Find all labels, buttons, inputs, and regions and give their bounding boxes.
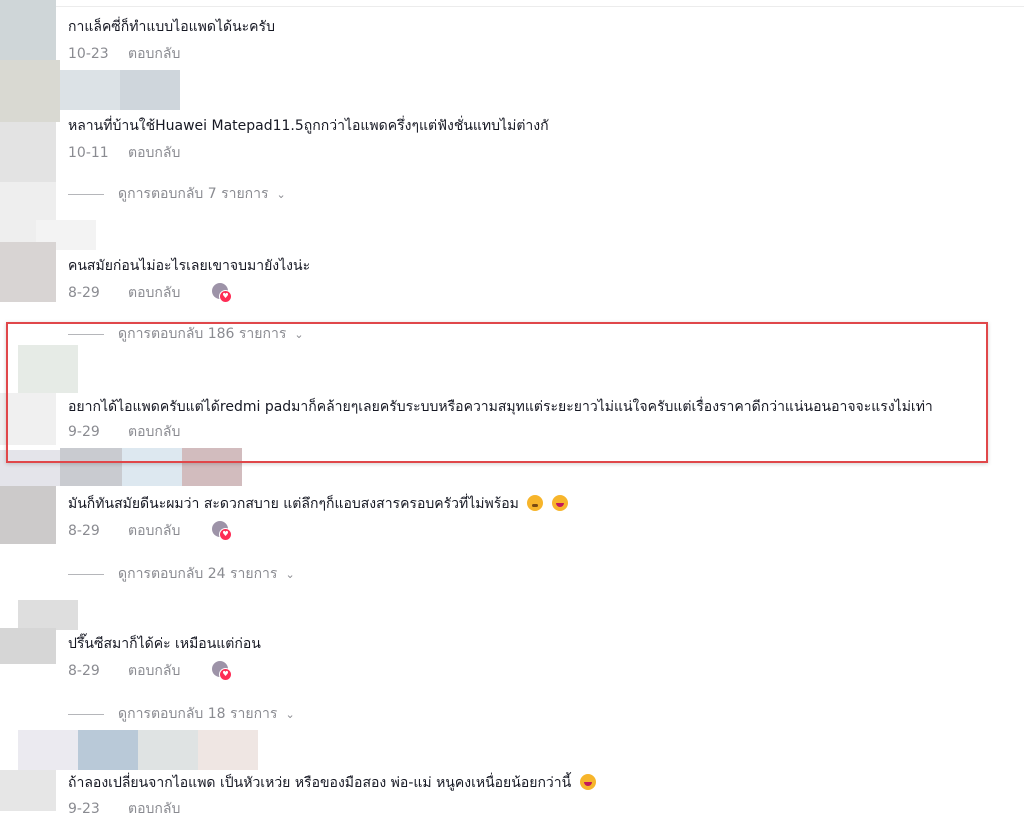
- comment-text: หลานที่บ้านใช้Huawei Matepad11.5ถูกกว่าไ…: [68, 118, 549, 134]
- heart-icon: ♥: [219, 668, 232, 681]
- blurred-avatar: [198, 730, 258, 770]
- comment-text-body: ถ้าลองเปลี่ยนจากไอแพด เป็นหัวเหว่ย หรือข…: [68, 775, 572, 791]
- divider-line: [68, 193, 104, 195]
- reply-button[interactable]: ตอบกลับ: [128, 798, 180, 820]
- blurred-avatar: [138, 730, 198, 770]
- comment-meta: 10-23 ตอบกลับ: [68, 43, 180, 65]
- blurred-avatar: [0, 770, 56, 811]
- blurred-avatar: [0, 60, 60, 122]
- blurred-avatar: [0, 486, 56, 544]
- blurred-avatar: [0, 628, 56, 664]
- view-replies-button[interactable]: ดูการตอบกลับ 7 รายการ ⌄: [68, 183, 286, 205]
- comment-text: ถ้าลองเปลี่ยนจากไอแพด เป็นหัวเหว่ย หรือข…: [68, 773, 596, 793]
- comment-date: 10-23: [68, 46, 109, 62]
- creator-liked-avatar: ♥: [212, 283, 232, 303]
- reply-button[interactable]: ตอบกลับ: [128, 282, 180, 304]
- comment-date: 8-29: [68, 523, 100, 539]
- worried-face-emoji: [527, 495, 544, 511]
- view-replies-label: ดูการตอบกลับ 7 รายการ: [118, 186, 269, 202]
- blurred-avatar: [0, 122, 56, 182]
- comment-text: กาแล็คซี่ก็ทำแบบไอแพดได้นะครับ: [68, 19, 275, 35]
- blurred-avatar: [78, 730, 138, 770]
- blurred-avatar: [0, 0, 56, 60]
- view-replies-button[interactable]: ดูการตอบกลับ 24 รายการ ⌄: [68, 563, 295, 585]
- comment-text: มันก็ทันสมัยดีนะผมว่า สะดวกสบาย แต่ลึกๆก…: [68, 494, 568, 514]
- chevron-down-icon: ⌄: [276, 187, 286, 201]
- grinning-sweat-emoji: [579, 774, 596, 790]
- view-replies-button[interactable]: ดูการตอบกลับ 18 รายการ ⌄: [68, 703, 295, 725]
- highlight-box: [6, 322, 988, 463]
- blurred-avatar: [18, 730, 78, 770]
- chevron-down-icon: ⌄: [285, 707, 295, 721]
- blurred-avatar: [18, 600, 78, 630]
- comment-meta: 9-23 ตอบกลับ: [68, 798, 180, 820]
- creator-liked-avatar: ♥: [212, 521, 232, 541]
- reply-button[interactable]: ตอบกลับ: [128, 520, 180, 542]
- comment-date: 8-29: [68, 285, 100, 301]
- top-divider: [0, 0, 1024, 7]
- view-replies-label: ดูการตอบกลับ 24 รายการ: [118, 566, 278, 582]
- comment-date: 8-29: [68, 663, 100, 679]
- comment-date: 9-23: [68, 801, 100, 817]
- blurred-avatar: [120, 70, 180, 110]
- comment-text: คนสมัยก่อนไม่อะไรเลยเขาจบมายังไงน่ะ: [68, 258, 311, 274]
- view-replies-label: ดูการตอบกลับ 18 รายการ: [118, 706, 278, 722]
- comment-text-body: มันก็ทันสมัยดีนะผมว่า สะดวกสบาย แต่ลึกๆก…: [68, 496, 519, 512]
- blurred-avatar: [0, 242, 56, 302]
- grinning-sweat-emoji: [551, 495, 568, 511]
- reply-button[interactable]: ตอบกลับ: [128, 142, 180, 164]
- comment-meta: 10-11 ตอบกลับ: [68, 142, 180, 164]
- divider-line: [68, 713, 104, 715]
- divider-line: [68, 573, 104, 575]
- reply-button[interactable]: ตอบกลับ: [128, 660, 180, 682]
- comment-meta: 8-29 ตอบกลับ: [68, 660, 180, 682]
- reply-button[interactable]: ตอบกลับ: [128, 43, 180, 65]
- chevron-down-icon: ⌄: [285, 567, 295, 581]
- comment-text: ปรึ๊นซีสมาก็ได้ค่ะ เหมือนแต่ก่อน: [68, 636, 261, 652]
- heart-icon: ♥: [219, 528, 232, 541]
- heart-icon: ♥: [219, 290, 232, 303]
- blurred-avatar: [60, 70, 120, 110]
- comment-date: 10-11: [68, 145, 109, 161]
- comment-meta: 8-29 ตอบกลับ: [68, 282, 180, 304]
- creator-liked-avatar: ♥: [212, 661, 232, 681]
- comment-meta: 8-29 ตอบกลับ: [68, 520, 180, 542]
